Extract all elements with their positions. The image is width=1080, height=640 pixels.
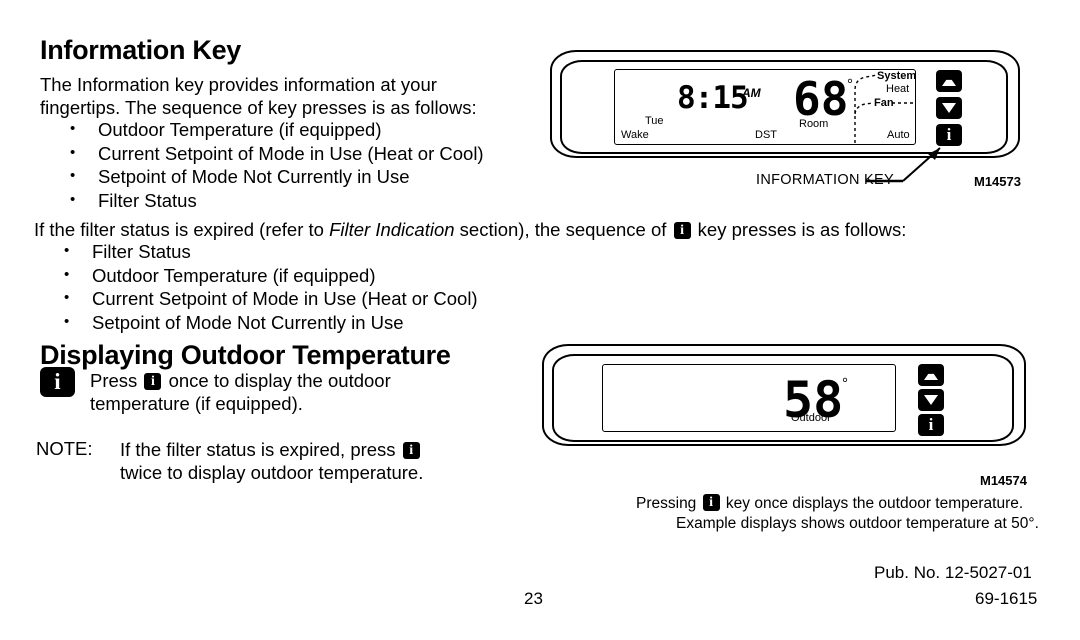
information-key-button[interactable]: i (918, 414, 944, 436)
caption-text-part-2: key once displays the outdoor temperatur… (721, 495, 1024, 512)
section-heading-displaying-outdoor-temperature: Displaying Outdoor Temperature (40, 340, 451, 370)
information-key-icon: i (402, 441, 420, 459)
list-item: Current Setpoint of Mode in Use (Heat or… (34, 286, 478, 311)
information-key-icon: i (673, 221, 691, 239)
lead-text-part-3: key presses is as follows: (692, 219, 907, 240)
lead-text-part-1: If the filter status is expired (refer t… (34, 219, 330, 240)
figure-caption-line-2: Example displays shows outdoor temperatu… (676, 515, 1039, 532)
information-key-icon: i (144, 372, 162, 390)
caption-text-part-1: Pressing (636, 495, 701, 512)
page-title: Information Key (40, 35, 242, 65)
down-arrow-button[interactable] (918, 389, 944, 411)
document-number: 69-1615 (975, 589, 1038, 608)
information-key-callout: INFORMATION KEY (756, 172, 894, 188)
note-line-1: If the filter status is expired, press i (120, 438, 422, 461)
thermostat-figure-bottom: 58 ° Outdoor i M14574 (540, 342, 1050, 492)
intro-line-1: The Information key provides information… (40, 74, 437, 95)
press-instruction-line-2: temperature (if equipped). (90, 393, 303, 414)
list-item: Filter Status (40, 188, 484, 213)
filter-expired-sequence-list: Filter Status Outdoor Temperature (if eq… (34, 239, 478, 335)
list-item: Outdoor Temperature (if equipped) (40, 117, 484, 142)
press-instruction-line-1: Press i once to display the outdoor (90, 369, 391, 392)
thermostat-figure-top: 8:15 AM 68 ° Room Tue Wake DST System He… (548, 48, 1048, 208)
list-item: Setpoint of Mode Not Currently in Use (40, 164, 484, 189)
filter-expired-lead-line: If the filter status is expired (refer t… (34, 218, 906, 241)
note-label: NOTE: (36, 438, 93, 459)
information-key-icon: i (702, 494, 720, 512)
press-text-part-1: Press (90, 370, 143, 391)
figure-caption-line-1: Pressing i key once displays the outdoor… (636, 494, 1023, 514)
lead-text-part-2: section), the sequence of (454, 219, 672, 240)
list-item: Filter Status (34, 239, 478, 264)
information-key-icon: i (40, 367, 75, 397)
info-key-sequence-list: Outdoor Temperature (if equipped) Curren… (40, 117, 484, 213)
filter-indication-reference: Filter Indication (329, 219, 455, 240)
intro-line-2: fingertips. The sequence of key presses … (40, 97, 477, 118)
figure-id-bottom: M14574 (980, 473, 1027, 488)
lcd-degree-symbol: ° (842, 375, 848, 392)
note-line-2: twice to display outdoor temperature. (120, 462, 424, 483)
list-item: Outdoor Temperature (if equipped) (34, 263, 478, 288)
lcd-screen: 58 ° Outdoor (602, 364, 896, 432)
list-item: Setpoint of Mode Not Currently in Use (34, 310, 478, 335)
page-number: 23 (524, 589, 543, 608)
down-arrow-icon (924, 395, 938, 405)
up-arrow-button[interactable] (918, 364, 944, 386)
up-arrow-icon (924, 366, 938, 380)
information-key-icon: i (928, 415, 934, 434)
lcd-outdoor-label: Outdoor (791, 412, 831, 424)
figure-id-top: M14573 (974, 174, 1021, 189)
publication-number: Pub. No. 12-5027-01 (874, 563, 1032, 582)
press-text-part-2: once to display the outdoor (163, 370, 391, 391)
list-item: Current Setpoint of Mode in Use (Heat or… (40, 141, 484, 166)
note-text-part-1: If the filter status is expired, press (120, 439, 401, 460)
